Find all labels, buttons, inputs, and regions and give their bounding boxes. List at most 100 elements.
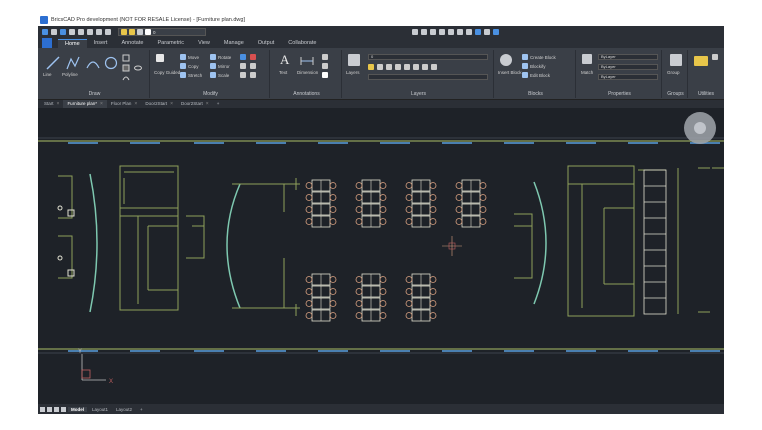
new-file-icon[interactable] — [42, 29, 48, 35]
linetype-dropdown[interactable]: ByLayer — [598, 64, 658, 70]
table-icon[interactable] — [322, 63, 328, 69]
tab-parametric[interactable]: Parametric — [150, 39, 191, 48]
add-layout-button[interactable]: + — [137, 407, 146, 412]
settings-icon[interactable] — [484, 29, 490, 35]
scale-icon[interactable] — [210, 72, 216, 78]
markup-icon[interactable] — [322, 72, 328, 78]
layout-tab-layout2[interactable]: Layout2 — [113, 407, 135, 412]
layer-lock-icon[interactable] — [386, 64, 392, 70]
fillet-icon[interactable] — [240, 72, 246, 78]
layout-tab-model[interactable]: Model — [68, 406, 87, 412]
view-navigation-wheel-icon[interactable] — [684, 112, 716, 144]
color-dropdown[interactable]: ByLayer — [598, 54, 658, 60]
group-icon[interactable] — [670, 54, 682, 66]
edit-block-icon[interactable] — [522, 72, 528, 78]
doc-tab-door2start-2[interactable]: Door2Start × — [177, 100, 213, 108]
copy-guided-icon[interactable] — [156, 54, 164, 62]
prev-layout-icon[interactable] — [47, 406, 52, 412]
layer-merge-icon[interactable] — [431, 64, 437, 70]
ortho-icon[interactable] — [448, 29, 454, 35]
open-file-icon[interactable] — [51, 29, 57, 35]
measure-tool-icon[interactable] — [694, 56, 708, 66]
line-icon[interactable] — [46, 56, 60, 70]
arc-icon[interactable] — [86, 56, 100, 70]
workspace-icon[interactable] — [475, 29, 481, 35]
layer-current-dropdown[interactable]: 0 — [368, 54, 488, 60]
doc-tab-floor-plan[interactable]: Floor Plan × — [107, 100, 141, 108]
close-icon[interactable]: × — [206, 100, 209, 108]
new-tab-button[interactable]: + — [213, 100, 224, 108]
layer-off-icon[interactable] — [377, 64, 383, 70]
copy-icon[interactable] — [180, 63, 186, 69]
explode-icon[interactable] — [250, 72, 256, 78]
blockify-icon[interactable] — [522, 63, 528, 69]
measure-icon[interactable] — [412, 29, 418, 35]
layer-freeze-icon[interactable] — [368, 64, 374, 70]
layers-manager-icon[interactable] — [348, 54, 360, 66]
tab-collaborate[interactable]: Collaborate — [281, 39, 323, 48]
layer-dropdown[interactable]: 0 — [118, 28, 206, 36]
leader-icon[interactable] — [322, 54, 328, 60]
text-tool-icon[interactable]: A — [280, 52, 289, 68]
layer-previous-icon[interactable] — [413, 64, 419, 70]
chair — [305, 182, 313, 189]
layer-state-dropdown[interactable] — [368, 74, 488, 80]
last-layout-icon[interactable] — [61, 406, 66, 412]
doc-tab-door2start-1[interactable]: Door2Start × — [141, 100, 177, 108]
osnap-icon[interactable] — [466, 29, 472, 35]
floor-plan-drawing[interactable]: Y X — [38, 108, 724, 404]
save-icon[interactable] — [60, 29, 66, 35]
close-icon[interactable]: × — [170, 100, 173, 108]
doc-tab-furniture-plan[interactable]: Furniture plan* × — [63, 100, 107, 108]
layer-match-icon[interactable] — [404, 64, 410, 70]
dimension-icon[interactable] — [300, 56, 314, 66]
trim-icon[interactable] — [250, 63, 256, 69]
undo-icon[interactable] — [96, 29, 102, 35]
tab-annotate[interactable]: Annotate — [114, 39, 150, 48]
tab-manage[interactable]: Manage — [217, 39, 251, 48]
array-icon[interactable] — [240, 54, 246, 60]
doc-tab-start[interactable]: Start × — [40, 100, 63, 108]
polar-icon[interactable] — [457, 29, 463, 35]
quick-select-icon[interactable] — [712, 54, 718, 60]
close-icon[interactable]: × — [57, 100, 60, 108]
create-block-icon[interactable] — [522, 54, 528, 60]
move-icon[interactable] — [180, 54, 186, 60]
drawing-canvas[interactable]: Y X — [38, 108, 724, 404]
rotate-icon[interactable] — [210, 54, 216, 60]
application-menu-button[interactable] — [42, 38, 52, 48]
tab-view[interactable]: View — [191, 39, 217, 48]
print-preview-icon[interactable] — [87, 29, 93, 35]
layer-walk-icon[interactable] — [422, 64, 428, 70]
layout-tab-layout1[interactable]: Layout1 — [89, 407, 111, 412]
window-title: BricsCAD Pro development (NOT FOR RESALE… — [51, 17, 245, 23]
help-icon[interactable] — [493, 29, 499, 35]
redo-icon[interactable] — [105, 29, 111, 35]
print-icon[interactable] — [78, 29, 84, 35]
grid-icon[interactable] — [439, 29, 445, 35]
snap-icon[interactable] — [430, 29, 436, 35]
tab-insert[interactable]: Insert — [87, 39, 115, 48]
offset-icon[interactable] — [240, 63, 246, 69]
arrow-icon[interactable] — [421, 29, 427, 35]
erase-icon[interactable] — [250, 54, 256, 60]
stretch-icon[interactable] — [180, 72, 186, 78]
next-layout-icon[interactable] — [54, 406, 59, 412]
tab-output[interactable]: Output — [251, 39, 282, 48]
close-icon[interactable]: × — [100, 100, 103, 108]
mirror-icon[interactable] — [210, 63, 216, 69]
save-as-icon[interactable] — [69, 29, 75, 35]
hatch-icon[interactable] — [122, 64, 130, 72]
polyline-icon[interactable] — [66, 56, 80, 70]
spline-icon[interactable] — [122, 74, 130, 82]
ellipse-icon[interactable] — [134, 64, 142, 72]
rectangle-icon[interactable] — [122, 54, 130, 62]
layer-isolate-icon[interactable] — [395, 64, 401, 70]
first-layout-icon[interactable] — [40, 406, 45, 412]
tab-home[interactable]: Home — [58, 39, 87, 48]
close-icon[interactable]: × — [134, 100, 137, 108]
insert-block-icon[interactable] — [500, 54, 512, 66]
lineweight-dropdown[interactable]: ByLayer — [598, 74, 658, 80]
match-properties-icon[interactable] — [582, 54, 592, 64]
circle-icon[interactable] — [104, 56, 118, 70]
